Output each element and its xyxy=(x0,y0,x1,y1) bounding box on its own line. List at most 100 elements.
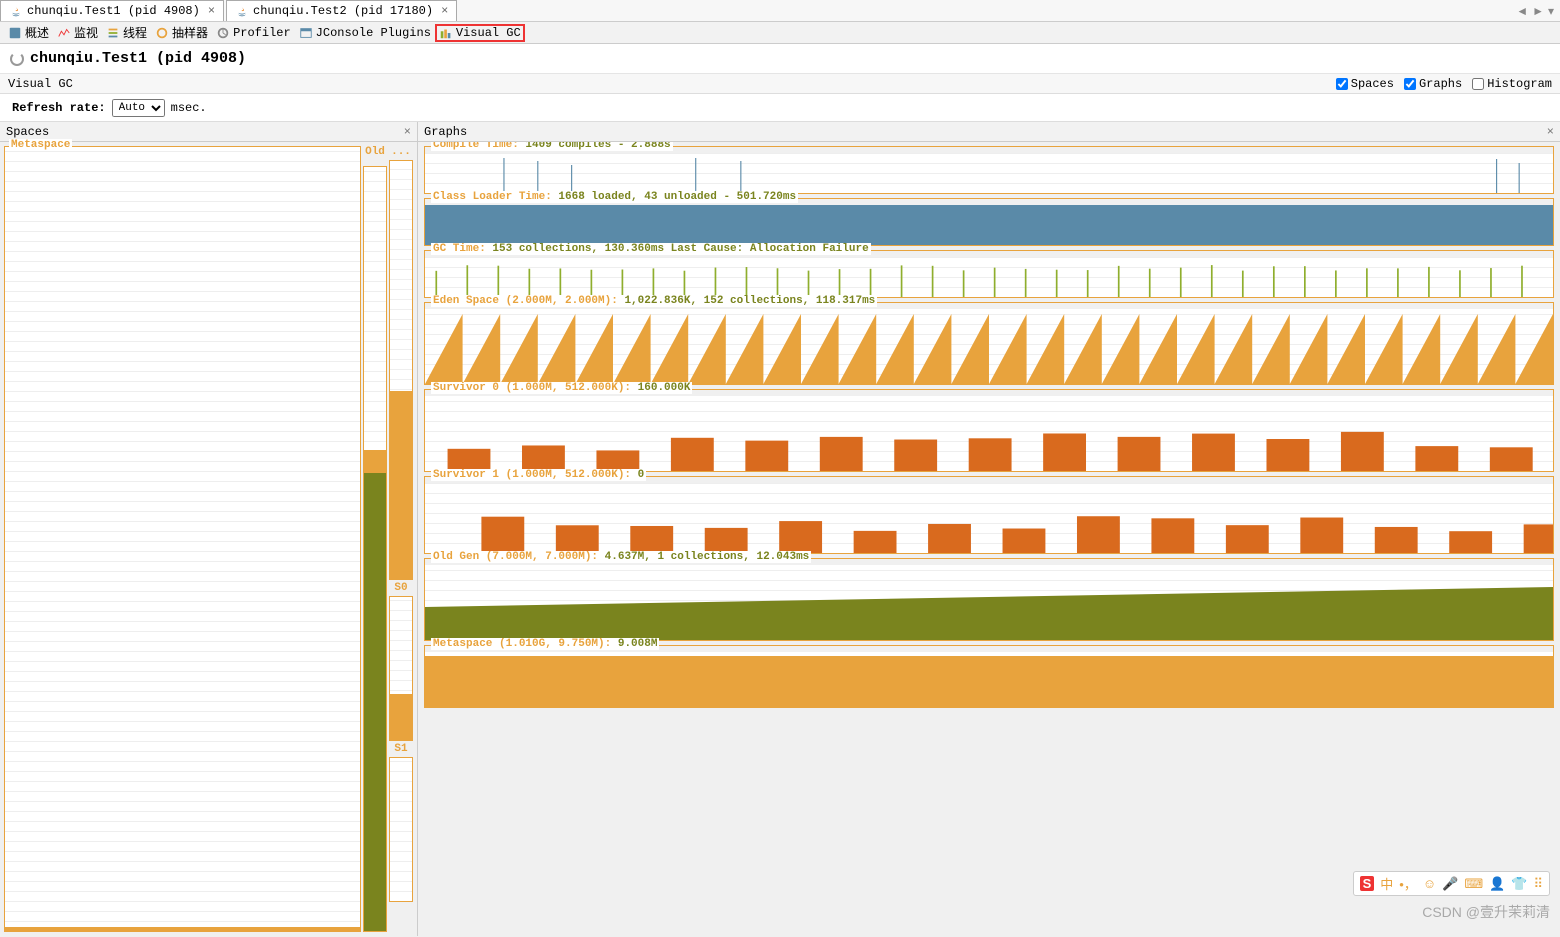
tab-test1[interactable]: chunqiu.Test1 (pid 4908) × xyxy=(0,0,224,21)
refresh-label: Refresh rate: xyxy=(12,101,106,115)
s1-box xyxy=(389,757,413,902)
classloader-graph: Class Loader Time: 1668 loaded, 43 unloa… xyxy=(424,198,1554,246)
graph-label: GC Time: xyxy=(433,243,492,255)
ime-mic-icon[interactable]: 🎤 xyxy=(1442,876,1458,892)
btn-label: 线程 xyxy=(123,24,147,41)
btn-label: Visual GC xyxy=(456,26,521,40)
close-icon[interactable]: × xyxy=(441,4,448,18)
ime-bar[interactable]: S 中 •， ☺ 🎤 ⌨ 👤 👕 ⠿ xyxy=(1353,871,1550,896)
graph-label: Eden Space (2.000M, 2.000M): xyxy=(433,295,624,307)
java-icon xyxy=(235,4,249,18)
close-icon[interactable]: × xyxy=(1547,125,1554,139)
monitor-button[interactable]: 监视 xyxy=(53,23,102,42)
btn-label: JConsole Plugins xyxy=(316,26,431,40)
graph-label: Class Loader Time: xyxy=(433,191,558,203)
overview-icon xyxy=(8,26,22,40)
s1-label: S1 xyxy=(389,743,413,755)
graph-label: Metaspace (1.010G, 9.750M): xyxy=(433,638,618,650)
eden-box xyxy=(389,160,413,580)
compile-graph: Compile Time: 1409 compiles - 2.888s xyxy=(424,146,1554,194)
visualgc-icon xyxy=(439,26,453,40)
eden-fill xyxy=(390,391,412,579)
eden-label: ... xyxy=(389,146,413,158)
spinner-icon xyxy=(10,52,24,66)
old-fill-used xyxy=(364,473,386,931)
sub-bar: Visual GC Spaces Graphs Histogram xyxy=(0,74,1560,94)
old-column: Old xyxy=(363,146,387,932)
histogram-checkbox[interactable]: Histogram xyxy=(1472,77,1552,91)
chk-label: Graphs xyxy=(1419,77,1462,91)
header: chunqiu.Test1 (pid 4908) xyxy=(0,44,1560,74)
tab-test2[interactable]: chunqiu.Test2 (pid 17180) × xyxy=(226,0,457,21)
overview-button[interactable]: 概述 xyxy=(4,23,53,42)
box-label: Metaspace xyxy=(9,139,72,151)
jconsole-button[interactable]: JConsole Plugins xyxy=(295,25,435,41)
s1-graph: Survivor 1 (1.000M, 512.000K): 0 xyxy=(424,476,1554,554)
metaspace-graph: Metaspace (1.010G, 9.750M): 9.008M xyxy=(424,645,1554,708)
jconsole-icon xyxy=(299,26,313,40)
page-title: chunqiu.Test1 (pid 4908) xyxy=(30,50,246,67)
graphs-body: Compile Time: 1409 compiles - 2.888s Cla… xyxy=(418,142,1560,936)
old-box xyxy=(363,166,387,932)
graph-value: 160.000K xyxy=(638,382,691,394)
graph-label: Survivor 0 (1.000M, 512.000K): xyxy=(433,382,638,394)
close-icon[interactable]: × xyxy=(404,125,411,139)
visualgc-button[interactable]: Visual GC xyxy=(435,24,525,42)
chk-label: Spaces xyxy=(1351,77,1394,91)
ime-keyboard-icon[interactable]: ⌨ xyxy=(1464,876,1483,892)
spaces-checkbox[interactable]: Spaces xyxy=(1336,77,1394,91)
graph-label: Old Gen (7.000M, 7.000M): xyxy=(433,551,605,563)
graph-value: 0 xyxy=(638,469,645,481)
checkbox-input[interactable] xyxy=(1472,78,1484,90)
graph-value: 1409 compiles - 2.888s xyxy=(525,142,670,151)
btn-label: Profiler xyxy=(233,26,291,40)
threads-button[interactable]: 线程 xyxy=(102,23,151,42)
ime-tools-icon[interactable]: ⠿ xyxy=(1533,876,1543,892)
ime-mode: 中 xyxy=(1380,874,1393,893)
graph-value: 1,022.836K, 152 collections, 118.317ms xyxy=(624,295,875,307)
refresh-bar: Refresh rate: Auto msec. xyxy=(0,94,1560,122)
chk-label: Histogram xyxy=(1487,77,1552,91)
checkbox-input[interactable] xyxy=(1336,78,1348,90)
s0-fill xyxy=(390,694,412,740)
graphs-panel-head: Graphs × xyxy=(418,122,1560,142)
tab-bar: chunqiu.Test1 (pid 4908) × chunqiu.Test2… xyxy=(0,0,1560,22)
s0-graph: Survivor 0 (1.000M, 512.000K): 160.000K xyxy=(424,389,1554,472)
ime-punct-icon[interactable]: •， xyxy=(1399,874,1417,893)
panel-title: Graphs xyxy=(424,125,467,139)
main: Spaces × Metaspace Old ... S0 S1 xyxy=(0,122,1560,936)
ime-skin-icon[interactable]: 👕 xyxy=(1511,876,1527,892)
next-tab-icon[interactable]: ► xyxy=(1532,4,1544,18)
btn-label: 监视 xyxy=(74,24,98,41)
s0-box xyxy=(389,596,413,741)
tab-label: chunqiu.Test2 (pid 17180) xyxy=(253,4,433,18)
close-icon[interactable]: × xyxy=(208,4,215,18)
java-icon xyxy=(9,4,23,18)
profiler-button[interactable]: Profiler xyxy=(212,25,295,41)
sampler-button[interactable]: 抽样器 xyxy=(151,23,212,42)
ime-user-icon[interactable]: 👤 xyxy=(1489,876,1505,892)
btn-label: 抽样器 xyxy=(172,24,208,41)
watermark: CSDN @壹升茉莉清 xyxy=(1422,902,1550,922)
monitor-icon xyxy=(57,26,71,40)
tab-nav: ◄ ► ▾ xyxy=(1516,4,1560,18)
spaces-body: Metaspace Old ... S0 S1 xyxy=(0,142,417,936)
sub-title: Visual GC xyxy=(8,77,73,91)
toolbar: 概述 监视 线程 抽样器 Profiler JConsole Plugins V… xyxy=(0,22,1560,44)
sogou-logo-icon: S xyxy=(1360,876,1375,891)
spaces-panel: Spaces × Metaspace Old ... S0 S1 xyxy=(0,122,418,936)
oldgen-graph: Old Gen (7.000M, 7.000M): 4.637M, 1 coll… xyxy=(424,558,1554,641)
graphs-checkbox[interactable]: Graphs xyxy=(1404,77,1462,91)
ime-emoji-icon[interactable]: ☺ xyxy=(1423,876,1436,891)
checkbox-input[interactable] xyxy=(1404,78,1416,90)
s0-label: S0 xyxy=(389,582,413,594)
graphs-panel: Graphs × Compile Time: 1409 compiles - 2… xyxy=(418,122,1560,936)
refresh-select[interactable]: Auto xyxy=(112,99,165,117)
prev-tab-icon[interactable]: ◄ xyxy=(1516,4,1528,18)
old-label: Old xyxy=(363,146,387,158)
sampler-icon xyxy=(155,26,169,40)
graph-label: Survivor 1 (1.000M, 512.000K): xyxy=(433,469,638,481)
tab-list-icon[interactable]: ▾ xyxy=(1548,4,1554,18)
graph-value: 9.008M xyxy=(618,638,658,650)
btn-label: 概述 xyxy=(25,24,49,41)
